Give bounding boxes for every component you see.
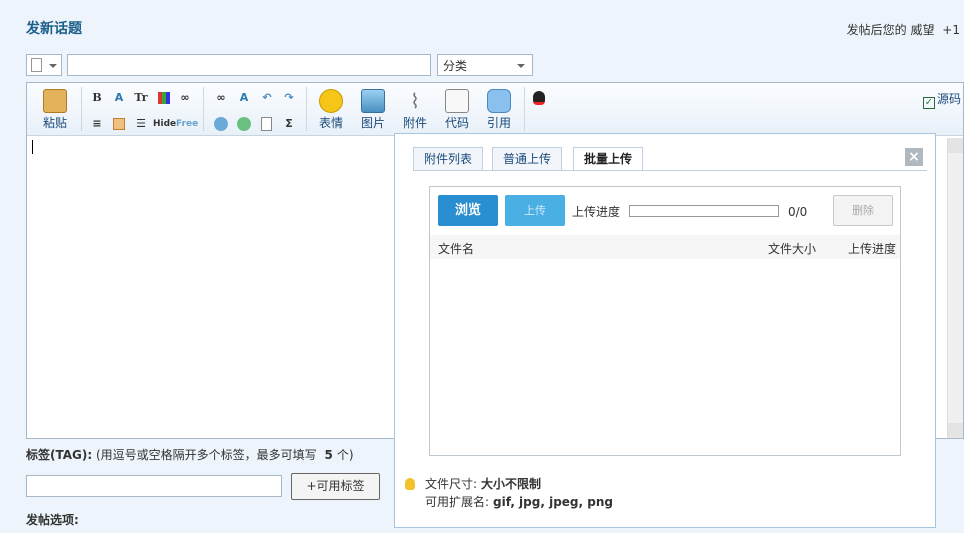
reputation-info: 发帖后您的 威望 +1: [843, 21, 960, 38]
upload-panel: 附件列表 普通上传 批量上传 × 浏览 上传 上传进度 0/0 删除 文件名 文…: [394, 133, 936, 528]
lightbulb-icon: [405, 478, 415, 490]
page-title: 发新话题: [26, 21, 82, 37]
browse-button[interactable]: 浏览: [438, 195, 498, 226]
editor-scrollbar[interactable]: [947, 138, 963, 438]
checkbox-checked-icon: ✓: [922, 97, 935, 109]
post-type-select[interactable]: [26, 54, 62, 76]
upload-button[interactable]: 上传: [505, 195, 565, 226]
scroll-up-icon[interactable]: [948, 138, 963, 153]
attachment-button[interactable]: ⌇ 附件: [397, 87, 433, 131]
tag-max: 5: [324, 448, 333, 462]
file-size-value: 大小不限制: [481, 477, 542, 491]
tag-label: 标签(TAG):: [26, 448, 93, 462]
tab-batch-upload[interactable]: 批量上传: [573, 147, 644, 171]
qq-icon[interactable]: [530, 89, 548, 107]
reputation-label: 发帖后您的 威望: [846, 23, 935, 37]
flash-icon[interactable]: [212, 115, 230, 133]
quote-icon: [487, 89, 511, 113]
formula-icon[interactable]: Σ: [280, 115, 298, 133]
progress-label: 上传进度: [572, 205, 621, 219]
code-button[interactable]: 代码: [439, 87, 475, 131]
progress-bar: [629, 205, 779, 217]
reputation-value: +1: [942, 23, 960, 37]
font-icon[interactable]: A: [110, 89, 128, 107]
clear-format-icon[interactable]: A: [235, 89, 253, 107]
image-icon: [361, 89, 385, 113]
text-caret: [32, 140, 33, 154]
redo-icon[interactable]: ↷: [280, 89, 298, 107]
toolbar-separator: [524, 87, 525, 131]
category-value: 分类: [443, 59, 468, 73]
tag-input[interactable]: [26, 475, 282, 497]
tab-divider: [413, 170, 927, 171]
align-left-icon[interactable]: ≡: [88, 115, 106, 133]
column-progress: 上传进度: [848, 242, 897, 256]
clipboard-icon: [43, 89, 67, 113]
chevron-down-icon: [517, 64, 525, 68]
paste-button[interactable]: 粘贴: [37, 87, 73, 131]
upload-info: 文件尺寸: 大小不限制 可用扩展名: gif, jpg, jpeg, png: [405, 475, 613, 511]
text-size-button[interactable]: Tr: [132, 89, 150, 107]
scroll-down-icon[interactable]: [948, 423, 963, 438]
extensions-value: gif, jpg, jpeg, png: [493, 495, 613, 509]
color-grid-icon[interactable]: [155, 89, 173, 107]
undo-icon[interactable]: ↶: [258, 89, 276, 107]
chevron-down-icon: [49, 64, 57, 68]
tag-hint: (用逗号或空格隔开多个标签，最多可填写: [96, 448, 317, 462]
subject-input[interactable]: [67, 54, 431, 76]
hide-button[interactable]: Hide: [153, 115, 176, 133]
emoji-button[interactable]: 表情: [313, 87, 349, 131]
editor-toolbar: 粘贴 B A Tr ∞ ≡ ☰ Hide Free ∞ A ↶ ↷ Σ 表情 图…: [27, 83, 963, 136]
progress-count: 0/0: [788, 205, 808, 219]
list-icon[interactable]: ☰: [132, 115, 150, 133]
page-icon[interactable]: [258, 115, 276, 133]
close-icon[interactable]: ×: [905, 148, 923, 166]
source-mode-toggle[interactable]: ✓ 源码: [922, 90, 961, 109]
tab-normal-upload[interactable]: 普通上传: [492, 147, 563, 171]
tag-label-row: 标签(TAG): (用逗号或空格隔开多个标签，最多可填写 5 个): [26, 446, 354, 463]
free-button[interactable]: Free: [176, 115, 198, 133]
upload-box: 浏览 上传 上传进度 0/0 删除 文件名 文件大小 上传进度: [429, 186, 901, 456]
category-select[interactable]: 分类: [437, 54, 533, 76]
bold-button[interactable]: B: [88, 89, 106, 107]
file-size-label: 文件尺寸:: [425, 477, 478, 491]
delete-button[interactable]: 删除: [833, 195, 893, 226]
paperclip-icon: ⌇: [410, 89, 420, 113]
post-options-label: 发帖选项:: [26, 513, 79, 527]
tag-unit: 个): [336, 448, 354, 462]
document-icon: [31, 58, 42, 72]
tab-attachment-list[interactable]: 附件列表: [413, 147, 484, 171]
toolbar-separator: [203, 87, 204, 131]
column-filesize: 文件大小: [768, 242, 817, 256]
available-tags-button[interactable]: +可用标签: [291, 473, 380, 500]
image-button[interactable]: 图片: [355, 87, 391, 131]
unlink-icon[interactable]: ∞: [212, 89, 230, 107]
code-icon: [445, 89, 469, 113]
quote-button[interactable]: 引用: [481, 87, 517, 131]
format-icon[interactable]: [110, 115, 128, 133]
toolbar-separator: [306, 87, 307, 131]
extensions-label: 可用扩展名:: [425, 495, 490, 509]
column-filename: 文件名: [438, 242, 475, 256]
toolbar-separator: [81, 87, 82, 131]
media-icon[interactable]: [235, 115, 253, 133]
smiley-icon: [319, 89, 343, 113]
file-table-header: 文件名 文件大小 上传进度: [430, 235, 900, 259]
link-icon[interactable]: ∞: [176, 89, 194, 107]
